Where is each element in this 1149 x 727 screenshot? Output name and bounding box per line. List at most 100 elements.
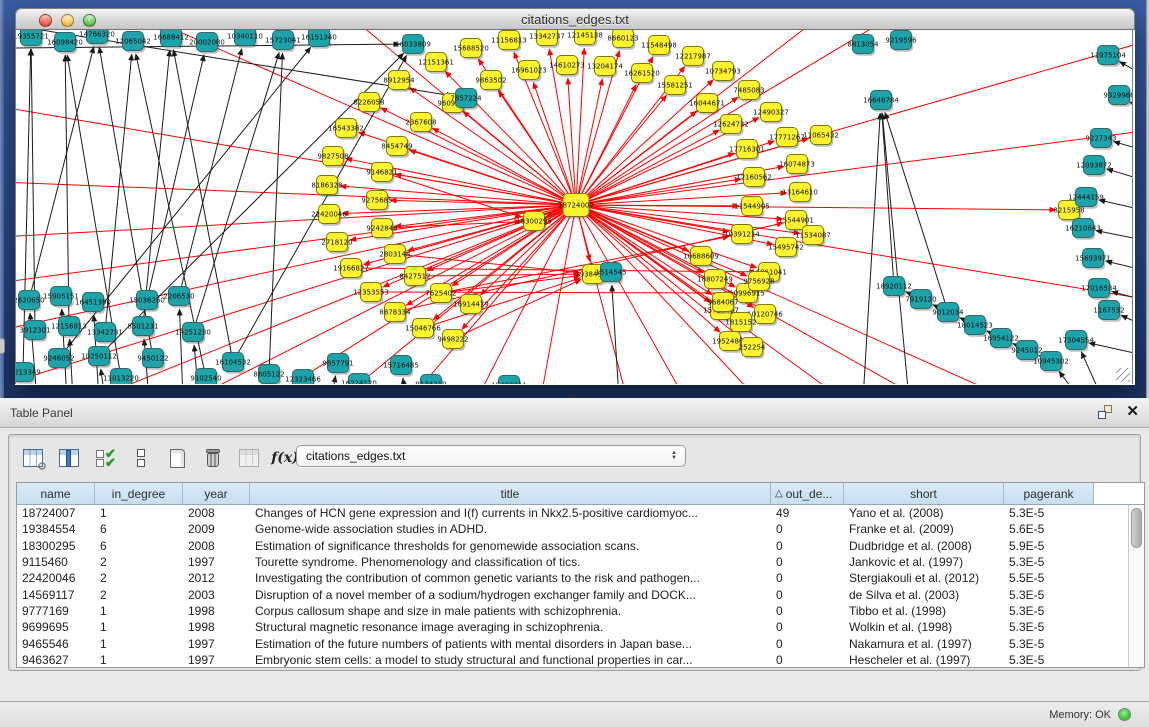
teal-node[interactable]: 12065042 (115, 32, 151, 53)
yellow-node[interactable]: 8427512 (399, 267, 430, 288)
table-row[interactable]: 2242004622012Investigating the contribut… (17, 570, 1128, 586)
yellow-node[interactable]: 8186328 (311, 176, 342, 197)
teal-node[interactable]: 12323466 (285, 370, 321, 385)
function-builder-button[interactable]: f(x) (273, 446, 297, 470)
teal-node[interactable]: 16033809 (395, 35, 431, 56)
window-resize-grip[interactable] (1116, 368, 1130, 382)
table-row[interactable]: 1938455462009Genome-wide association stu… (17, 521, 1128, 537)
teal-node[interactable]: 8813054 (847, 35, 879, 56)
table-select-dropdown[interactable]: citations_edges.txt ▲▼ (296, 445, 686, 467)
show-columns-button[interactable] (57, 446, 81, 470)
teal-node[interactable]: 17016534 (1081, 279, 1117, 300)
teal-node[interactable]: 16104532 (215, 353, 251, 374)
teal-node[interactable]: 10250112 (81, 347, 117, 368)
yellow-node[interactable]: 2803144 (379, 245, 411, 266)
yellow-node[interactable]: 9146821 (366, 163, 397, 184)
teal-node[interactable]: 11013220 (103, 369, 139, 385)
table-row[interactable]: 1872400712008Changes of HCN gene express… (17, 505, 1128, 521)
yellow-node[interactable]: 12624732 (713, 115, 749, 136)
column-header-title[interactable]: title (250, 483, 771, 505)
teal-node[interactable]: 2206530 (163, 287, 194, 308)
yellow-node[interactable]: 17771267 (769, 128, 805, 149)
teal-node[interactable]: 9857791 (322, 354, 353, 375)
yellow-node[interactable]: 17716301 (729, 140, 765, 161)
yellow-node[interactable]: 14610273 (549, 56, 585, 77)
yellow-node[interactable]: 13342737 (529, 30, 565, 48)
yellow-node[interactable]: 16074873 (779, 155, 815, 176)
column-header-short[interactable]: short (844, 483, 1004, 505)
yellow-node[interactable]: 9827508 (317, 147, 348, 168)
memory-ok-icon[interactable] (1118, 708, 1131, 721)
teal-node[interactable]: 16451390 (75, 293, 111, 314)
yellow-node[interactable]: 15046766 (405, 319, 441, 340)
teal-node[interactable]: 15036260 (129, 291, 165, 312)
table-row[interactable]: 1830029562008Estimation of significance … (17, 538, 1128, 554)
network-canvas[interactable]: 1872400712151361891295482260581654338298… (15, 30, 1133, 384)
merge-tables-button[interactable] (129, 446, 153, 470)
network-window-titlebar[interactable]: citations_edges.txt (15, 8, 1135, 30)
new-table-button[interactable] (165, 446, 189, 470)
teal-node[interactable]: 15693971 (1075, 249, 1111, 270)
yellow-node[interactable]: 11065432 (803, 126, 839, 147)
yellow-node[interactable]: 8226058 (353, 93, 384, 114)
float-panel-icon[interactable] (1098, 405, 1112, 419)
column-header-pagerank[interactable]: pagerank (1004, 483, 1094, 505)
teal-node[interactable]: 15723041 (265, 31, 301, 52)
teal-node[interactable]: 10340110 (227, 30, 263, 48)
table-row[interactable]: 1456911722003Disruption of a novel membe… (17, 586, 1128, 602)
teal-node[interactable]: 9450122 (137, 349, 168, 370)
teal-node[interactable]: 17304554 (1058, 331, 1094, 352)
select-rows-button[interactable]: ✔✔ (93, 446, 117, 470)
teal-node[interactable]: 8501231 (127, 317, 158, 338)
yellow-node[interactable]: 11156813 (491, 31, 527, 52)
yellow-node[interactable]: 12160562 (736, 168, 772, 189)
yellow-node[interactable]: 2367608 (405, 113, 436, 134)
yellow-node[interactable]: 12217987 (675, 47, 711, 68)
table-row[interactable]: 969969511998Structural magnetic resonanc… (17, 619, 1128, 635)
table-settings-button[interactable]: ⚙ (21, 446, 45, 470)
yellow-node[interactable]: 15581251 (657, 76, 693, 97)
yellow-node[interactable]: 15688520 (453, 39, 489, 60)
teal-node[interactable]: 9134210 (415, 375, 446, 385)
scrollbar-thumb[interactable] (1131, 508, 1142, 548)
network-window[interactable]: citations_edges.txt 18724007121513618912… (15, 8, 1135, 385)
teal-node[interactable]: 15716485 (383, 356, 419, 377)
table-row[interactable]: 946362711997Embryonic stem cells: a mode… (17, 652, 1128, 668)
teal-node[interactable]: 16224120 (341, 374, 377, 385)
teal-node[interactable]: 1167532 (1093, 301, 1124, 322)
yellow-node[interactable]: 16961023 (511, 61, 547, 82)
yellow-node[interactable]: 9275685 (361, 191, 392, 212)
column-header-in_degree[interactable]: in_degree (95, 483, 183, 505)
yellow-node[interactable]: 9863502 (475, 71, 506, 92)
teal-node[interactable]: 8605122 (253, 365, 284, 385)
yellow-node[interactable]: 11548498 (641, 36, 677, 57)
yellow-node[interactable]: 13204174 (587, 57, 623, 78)
yellow-node[interactable]: 7625402 (425, 284, 456, 305)
hidden-panel-tab[interactable] (0, 338, 5, 354)
yellow-node[interactable]: 11544905 (734, 197, 770, 218)
teal-node[interactable]: 9102540 (190, 369, 221, 385)
teal-node[interactable]: 12213349 (16, 363, 41, 384)
column-header-out_degree[interactable]: △out_de... (771, 483, 844, 505)
yellow-node[interactable]: 15495742 (768, 238, 804, 259)
column-header-year[interactable]: year (183, 483, 250, 505)
column-header-name[interactable]: name (17, 483, 95, 505)
yellow-node[interactable]: 9498222 (437, 330, 468, 351)
teal-node[interactable]: 2620650 (16, 291, 45, 312)
teal-node[interactable]: 12093872 (1076, 156, 1112, 177)
teal-node[interactable]: 15402211 (491, 376, 527, 385)
table-row[interactable]: 946554611997Estimation of the future num… (17, 635, 1128, 651)
yellow-node[interactable]: 8660123 (607, 30, 638, 50)
stepper-arrows-icon[interactable]: ▲▼ (667, 451, 685, 461)
teal-node[interactable]: 16648784 (863, 91, 899, 112)
yellow-node[interactable]: 7485083 (733, 81, 764, 102)
yellow-node[interactable]: 16543382 (328, 119, 364, 140)
teal-node[interactable]: 9329966 (1103, 86, 1133, 107)
yellow-node[interactable]: 12145138 (567, 30, 603, 47)
yellow-node[interactable]: 13164610 (782, 183, 818, 204)
teal-node[interactable]: 20002080 (189, 33, 225, 54)
vertical-scrollbar[interactable] (1128, 505, 1144, 667)
yellow-node[interactable]: 22420046 (311, 205, 347, 226)
teal-node[interactable]: 15905151 (43, 287, 79, 308)
yellow-node[interactable]: 10734793 (705, 62, 741, 83)
